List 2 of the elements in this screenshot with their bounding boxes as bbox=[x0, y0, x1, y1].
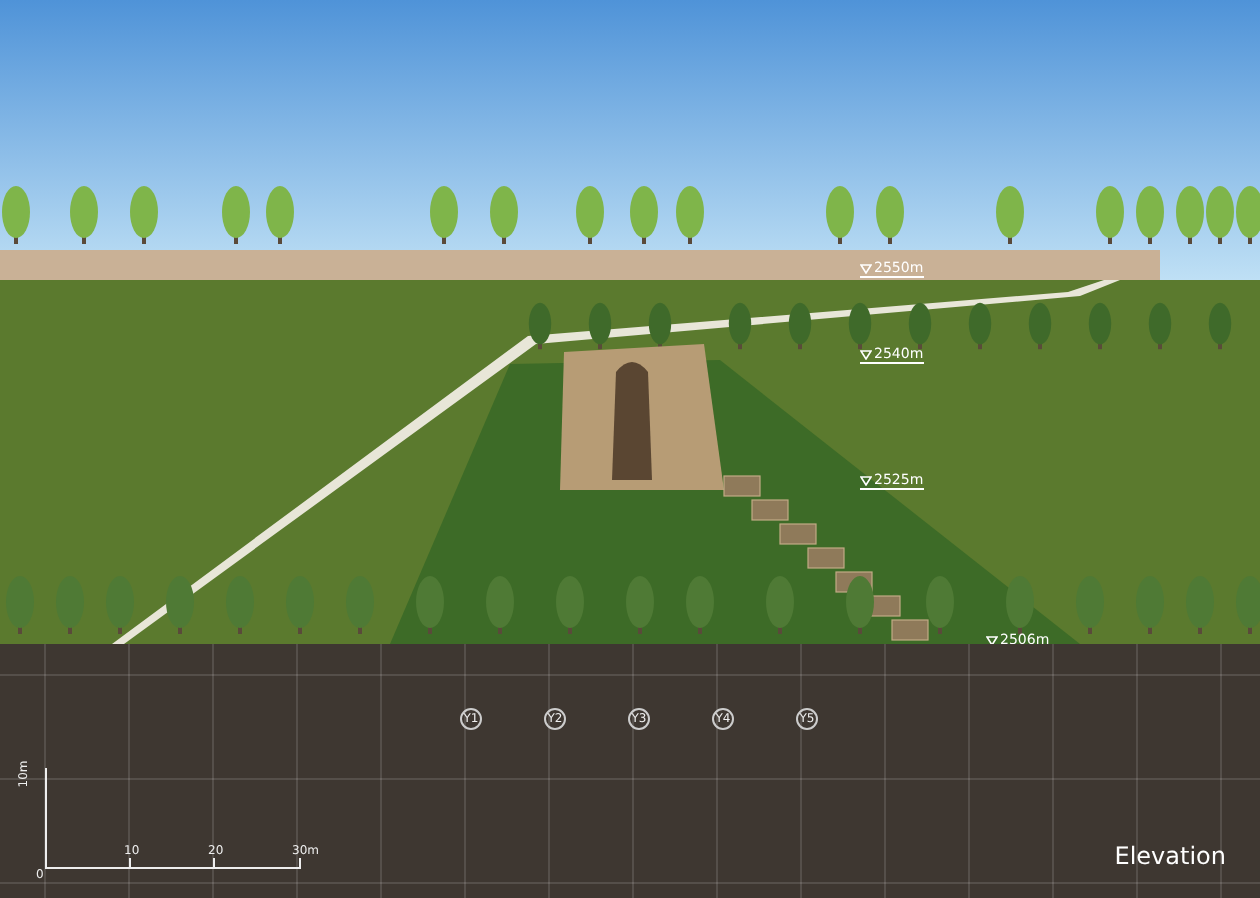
drawing-title: Elevation bbox=[1114, 842, 1226, 870]
level-marker-icon bbox=[986, 636, 998, 646]
